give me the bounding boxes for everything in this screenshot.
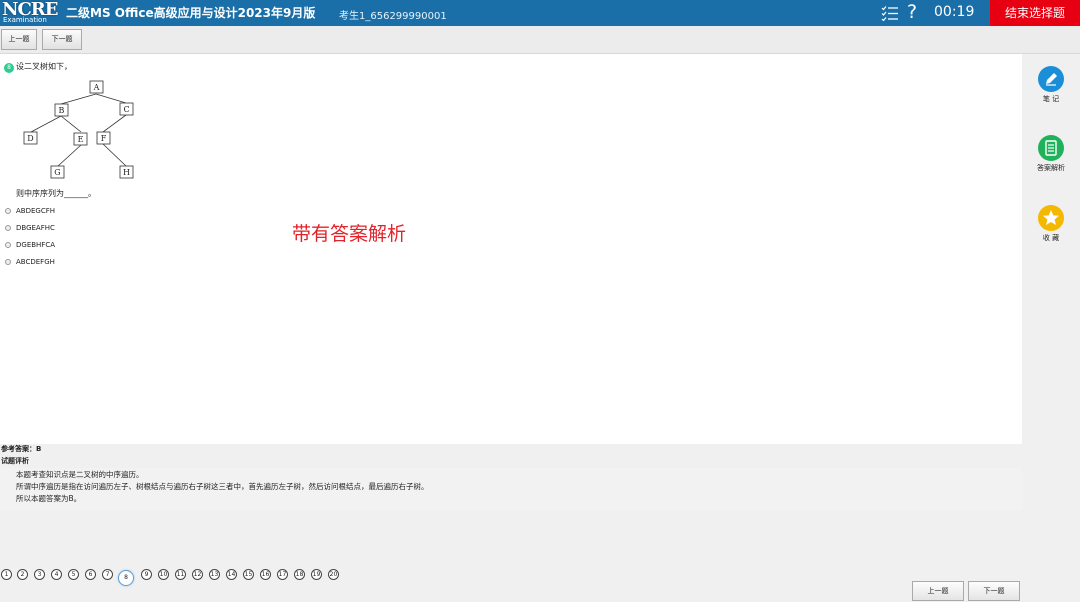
question-stem: 则中序序列为______。 — [16, 189, 96, 198]
question-number-20[interactable]: 20 — [328, 569, 339, 580]
title-bar: NCRE Examination 二级MS Office高级应用与设计2023年… — [0, 0, 1080, 26]
binary-tree-diagram: A B C D E F G H — [23, 80, 134, 179]
tree-node-e: E — [78, 135, 84, 144]
end-section-button[interactable]: 结束选择题 — [990, 0, 1080, 26]
analysis-label: 答案解析 — [1037, 164, 1065, 172]
question-number-2[interactable]: 2 — [17, 569, 28, 580]
favorite-label: 收 藏 — [1042, 234, 1060, 242]
question-number-5[interactable]: 5 — [68, 569, 79, 580]
notes-tool[interactable]: 笔 记 — [1022, 66, 1080, 104]
question-number-15[interactable]: 15 — [243, 569, 254, 580]
question-number-14[interactable]: 14 — [226, 569, 237, 580]
question-number-17[interactable]: 17 — [277, 569, 288, 580]
analysis-content: 本题考查知识点是二叉树的中序遍历。 所谓中序遍历是指在访问遍历左子、树根结点与遍… — [0, 468, 1022, 510]
next-question-button[interactable]: 下一题 — [42, 29, 82, 50]
document-icon[interactable] — [1038, 135, 1064, 161]
option-b[interactable]: DBGEAFHC — [5, 224, 55, 232]
option-c[interactable]: DGEBHFCA — [5, 241, 55, 249]
notes-label: 笔 记 — [1042, 95, 1060, 103]
question-number-9[interactable]: 9 — [141, 569, 152, 580]
favorite-tool[interactable]: 收 藏 — [1022, 205, 1080, 243]
option-text: ABDEGCFH — [16, 207, 56, 215]
reference-answer: 参考答案：B — [1, 445, 42, 453]
tree-node-b: B — [59, 106, 65, 115]
question-number-6[interactable]: 6 — [85, 569, 96, 580]
analysis-line: 本题考查知识点是二叉树的中序遍历。 — [16, 470, 144, 479]
analysis-tool[interactable]: 答案解析 — [1022, 135, 1080, 173]
watermark-overlay-text: 带有答案解析 — [292, 223, 407, 245]
option-text: DGEBHFCA — [16, 241, 56, 249]
radio-button[interactable] — [5, 242, 11, 248]
question-number-18[interactable]: 18 — [294, 569, 305, 580]
option-text: ABCDEFGH — [16, 258, 55, 266]
candidate-id: 考生1_656299990001 — [339, 11, 447, 22]
ncre-logo: NCRE Examination — [2, 0, 58, 25]
tree-node-h: H — [123, 168, 130, 177]
star-icon[interactable] — [1038, 205, 1064, 231]
tree-node-d: D — [27, 134, 33, 143]
logo-subtext: Examination — [3, 16, 47, 24]
question-number-10[interactable]: 10 — [158, 569, 169, 580]
radio-button[interactable] — [5, 208, 11, 214]
question-number-1[interactable]: 1 — [1, 569, 12, 580]
question-number-16[interactable]: 16 — [260, 569, 271, 580]
tree-node-f: F — [101, 134, 107, 143]
question-toolbar: 上一题 下一题 — [0, 26, 1080, 54]
question-number-7[interactable]: 7 — [102, 569, 113, 580]
option-text: DBGEAFHC — [16, 224, 55, 232]
question-number-8-current[interactable]: 8 — [118, 570, 134, 586]
side-toolbar: 笔 记 答案解析 收 藏 — [1022, 54, 1080, 602]
pencil-icon[interactable] — [1038, 66, 1064, 92]
analysis-heading: 试题评析 — [1, 457, 29, 465]
tree-node-a: A — [93, 83, 100, 92]
radio-button[interactable] — [5, 259, 11, 265]
question-list-icon[interactable] — [881, 5, 899, 21]
question-number-4[interactable]: 4 — [51, 569, 62, 580]
question-number-11[interactable]: 11 — [175, 569, 186, 580]
prev-question-button[interactable]: 上一题 — [1, 29, 37, 50]
option-d[interactable]: ABCDEFGH — [5, 258, 55, 266]
analysis-line: 所以本题答案为B。 — [16, 494, 82, 503]
tree-node-g: G — [54, 168, 60, 177]
exam-title: 二级MS Office高级应用与设计2023年9月版 — [66, 6, 316, 20]
question-area: 8 设二叉树如下， A B C D E F G H 则中序序列为______。 … — [0, 54, 1022, 444]
analysis-line: 所谓中序遍历是指在访问遍历左子、树根结点与遍历右子树这三者中，首先遍历左子树，然… — [16, 482, 429, 491]
question-number-3[interactable]: 3 — [34, 569, 45, 580]
bottom-prev-button[interactable]: 上一题 — [912, 581, 964, 601]
question-number-12[interactable]: 12 — [192, 569, 203, 580]
question-number-19[interactable]: 19 — [311, 569, 322, 580]
answer-panel: 参考答案：B 试题评析 本题考查知识点是二叉树的中序遍历。 所谓中序遍历是指在访… — [0, 444, 1022, 562]
question-number-13[interactable]: 13 — [209, 569, 220, 580]
option-a[interactable]: ABDEGCFH — [5, 207, 55, 215]
help-icon[interactable]: ? — [907, 1, 917, 23]
radio-button[interactable] — [5, 225, 11, 231]
countdown-timer: 00:19 — [934, 4, 975, 20]
tree-node-c: C — [123, 105, 129, 114]
bottom-next-button[interactable]: 下一题 — [968, 581, 1020, 601]
